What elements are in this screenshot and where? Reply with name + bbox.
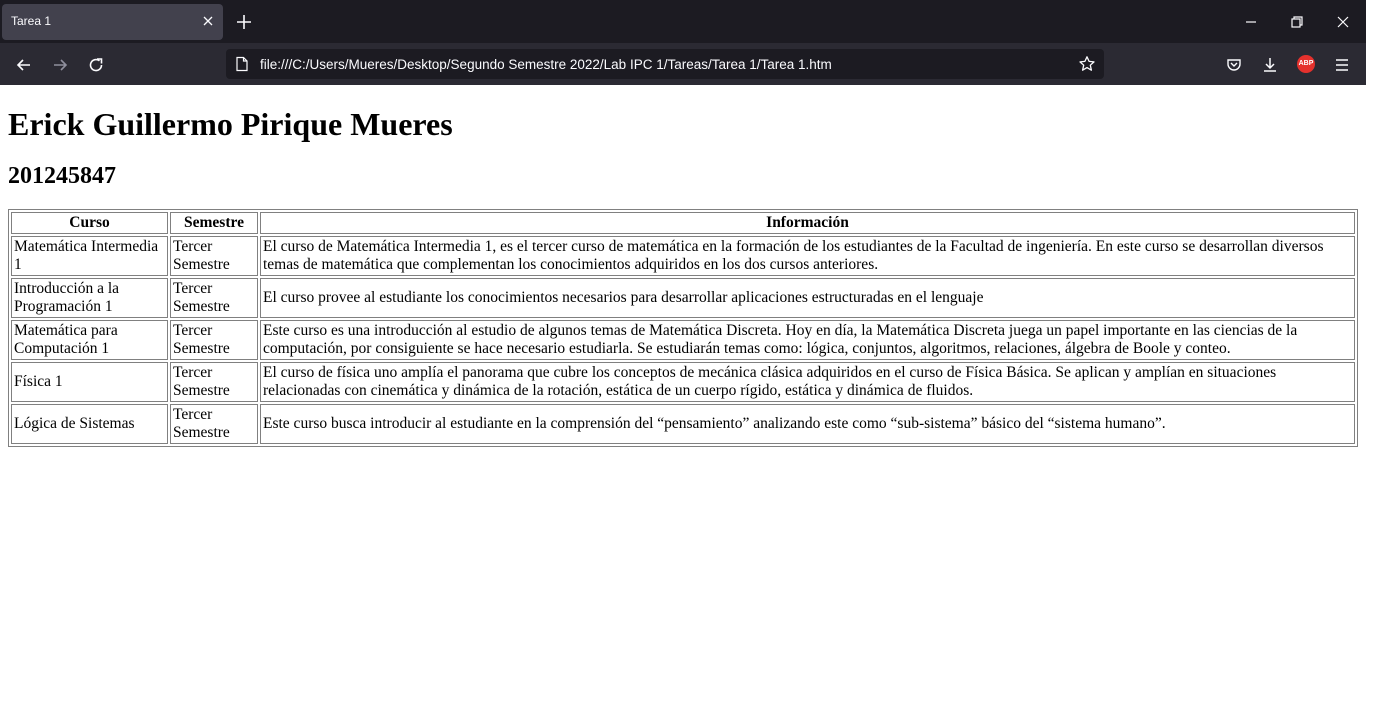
cell-semestre: Tercer Semestre [170,404,258,444]
tab-title: Tarea 1 [11,14,52,28]
page-content: Erick Guillermo Pirique Mueres 201245847… [0,85,1366,447]
header-informacion: Información [260,212,1355,234]
table-row: Introducción a la Programación 1 Tercer … [11,278,1355,318]
courses-table: Curso Semestre Información Matemática In… [8,209,1358,447]
cell-curso: Matemática Intermedia 1 [11,236,168,276]
forward-icon[interactable] [49,54,71,76]
table-header-row: Curso Semestre Información [11,212,1355,234]
header-curso: Curso [11,212,168,234]
table-row: Matemática para Computación 1 Tercer Sem… [11,320,1355,360]
table-row: Matemática Intermedia 1 Tercer Semestre … [11,236,1355,276]
adblock-plus-icon[interactable]: ABP [1297,55,1315,73]
back-icon[interactable] [13,54,35,76]
url-text[interactable]: file:///C:/Users/Mueres/Desktop/Segundo … [260,57,832,72]
browser-toolbar: file:///C:/Users/Mueres/Desktop/Segundo … [0,43,1366,85]
cell-semestre: Tercer Semestre [170,278,258,318]
close-window-icon[interactable] [1332,11,1354,33]
restore-icon[interactable] [1286,11,1308,33]
new-tab-icon[interactable] [234,12,254,32]
table-row: Lógica de Sistemas Tercer Semestre Este … [11,404,1355,444]
bookmark-star-icon[interactable] [1078,55,1096,73]
close-tab-icon[interactable] [200,13,216,29]
pocket-icon[interactable] [1223,54,1245,76]
download-icon[interactable] [1259,54,1281,76]
cell-informacion: Este curso busca introducir al estudiant… [260,404,1355,444]
minimize-icon[interactable] [1240,11,1262,33]
address-bar[interactable]: file:///C:/Users/Mueres/Desktop/Segundo … [226,49,1104,79]
browser-tab[interactable]: Tarea 1 [2,4,223,40]
cell-semestre: Tercer Semestre [170,236,258,276]
cell-informacion: El curso de física uno amplía el panoram… [260,362,1355,402]
menu-icon[interactable] [1331,54,1353,76]
cell-semestre: Tercer Semestre [170,362,258,402]
page-icon [236,56,248,72]
page-title: Erick Guillermo Pirique Mueres [8,106,453,142]
student-id: 201245847 [8,163,116,189]
cell-curso: Física 1 [11,362,168,402]
cell-informacion: El curso de Matemática Intermedia 1, es … [260,236,1355,276]
cell-curso: Introducción a la Programación 1 [11,278,168,318]
cell-curso: Lógica de Sistemas [11,404,168,444]
browser-titlebar: Tarea 1 [0,0,1366,43]
cell-informacion: El curso provee al estudiante los conoci… [260,278,1355,318]
cell-semestre: Tercer Semestre [170,320,258,360]
table-row: Física 1 Tercer Semestre El curso de fís… [11,362,1355,402]
cell-curso: Matemática para Computación 1 [11,320,168,360]
reload-icon[interactable] [85,54,107,76]
header-semestre: Semestre [170,212,258,234]
cell-informacion: Este curso es una introducción al estudi… [260,320,1355,360]
